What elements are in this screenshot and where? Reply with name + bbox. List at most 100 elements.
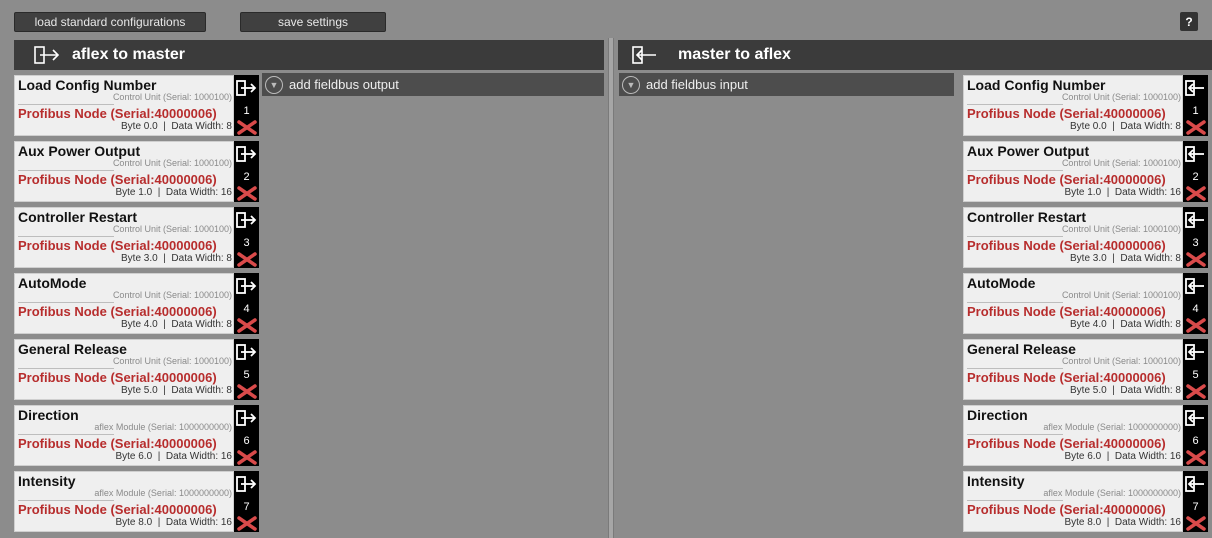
mapping-card[interactable]: Aux Power Output Control Unit (Serial: 10… — [963, 141, 1208, 203]
signal-name: Load Config Number — [18, 77, 157, 93]
card-divider — [967, 170, 1063, 171]
card-divider — [967, 434, 1063, 435]
profibus-node: Profibus Node (Serial:40000006) — [18, 304, 217, 319]
profibus-node: Profibus Node (Serial:40000006) — [18, 106, 217, 121]
add-fieldbus-input-label: add fieldbus input — [646, 77, 748, 92]
mapping-card-body: Aux Power Output Control Unit (Serial: 10… — [14, 141, 234, 202]
import-arrow-icon — [1185, 278, 1204, 294]
source-unit: aflex Module (Serial: 1000000000) — [94, 488, 232, 498]
delete-x-icon[interactable] — [237, 252, 257, 267]
mapping-card-body: Aux Power Output Control Unit (Serial: 10… — [963, 141, 1183, 202]
chevron-down-circle-icon: ▼ — [622, 75, 640, 94]
mapping-index: 3 — [1192, 237, 1199, 249]
source-unit: Control Unit (Serial: 1000100) — [112, 92, 232, 102]
signal-name: Controller Restart — [18, 209, 138, 225]
delete-x-icon[interactable] — [1186, 450, 1206, 465]
panel-splitter[interactable] — [608, 38, 614, 538]
export-arrow-icon — [236, 410, 257, 426]
signal-name: General Release — [967, 341, 1076, 357]
byte-data-width: Byte 5.0 | Data Width: 8 — [1070, 385, 1181, 396]
mapping-index: 1 — [243, 105, 250, 117]
delete-x-icon[interactable] — [237, 516, 257, 531]
delete-x-icon[interactable] — [237, 450, 257, 465]
import-arrow-icon — [632, 46, 656, 64]
card-divider — [18, 368, 114, 369]
import-arrow-icon — [1185, 344, 1204, 360]
panel-title: master to aflex — [678, 46, 791, 63]
delete-x-icon[interactable] — [1186, 516, 1206, 531]
delete-x-icon[interactable] — [237, 120, 257, 135]
mapping-card[interactable]: Aux Power Output Control Unit (Serial: 10… — [14, 141, 259, 203]
delete-x-icon[interactable] — [1186, 186, 1206, 201]
mapping-card[interactable]: Load Config Number Control Unit (Serial: … — [963, 75, 1208, 137]
mapping-card[interactable]: AutoMode Control Unit (Serial: 1000100) Pr… — [14, 273, 259, 335]
source-unit: Control Unit (Serial: 1000100) — [112, 224, 232, 234]
mapping-card[interactable]: Intensity aflex Module (Serial: 100000000… — [14, 471, 259, 533]
mapping-card-body: Load Config Number Control Unit (Serial: … — [963, 75, 1183, 136]
profibus-node: Profibus Node (Serial:40000006) — [967, 304, 1166, 319]
card-divider — [18, 170, 114, 171]
import-arrow-icon — [1185, 80, 1204, 96]
mapping-card-body: Intensity aflex Module (Serial: 100000000… — [14, 471, 234, 532]
mapping-card[interactable]: Direction aflex Module (Serial: 100000000… — [14, 405, 259, 467]
mapping-index: 5 — [1192, 369, 1199, 381]
byte-data-width: Byte 1.0 | Data Width: 16 — [1064, 187, 1181, 198]
delete-x-icon[interactable] — [237, 186, 257, 201]
delete-x-icon[interactable] — [1186, 384, 1206, 399]
mapping-card[interactable]: General Release Control Unit (Serial: 100… — [14, 339, 259, 401]
card-divider — [967, 104, 1063, 105]
byte-data-width: Byte 4.0 | Data Width: 8 — [121, 319, 232, 330]
profibus-node: Profibus Node (Serial:40000006) — [967, 502, 1166, 517]
byte-data-width: Byte 8.0 | Data Width: 16 — [1064, 517, 1181, 528]
source-unit: Control Unit (Serial: 1000100) — [1061, 92, 1181, 102]
mapping-index: 4 — [1192, 303, 1199, 315]
mapping-card[interactable]: AutoMode Control Unit (Serial: 1000100) Pr… — [963, 273, 1208, 335]
mapping-card[interactable]: Controller Restart Control Unit (Serial: … — [963, 207, 1208, 269]
mapping-card-body: Direction aflex Module (Serial: 100000000… — [14, 405, 234, 466]
profibus-node: Profibus Node (Serial:40000006) — [967, 436, 1166, 451]
source-unit: Control Unit (Serial: 1000100) — [1061, 224, 1181, 234]
mapping-index: 6 — [1192, 435, 1199, 447]
source-unit: aflex Module (Serial: 1000000000) — [1043, 422, 1181, 432]
signal-name: Load Config Number — [967, 77, 1106, 93]
profibus-node: Profibus Node (Serial:40000006) — [18, 172, 217, 187]
mapping-card[interactable]: General Release Control Unit (Serial: 100… — [963, 339, 1208, 401]
mapping-card-body: Controller Restart Control Unit (Serial: … — [14, 207, 234, 268]
mapping-card-body: AutoMode Control Unit (Serial: 1000100) Pr… — [14, 273, 234, 334]
profibus-node: Profibus Node (Serial:40000006) — [18, 238, 217, 253]
profibus-node: Profibus Node (Serial:40000006) — [18, 502, 217, 517]
mapping-card[interactable]: Controller Restart Control Unit (Serial: … — [14, 207, 259, 269]
signal-name: Aux Power Output — [18, 143, 141, 159]
delete-x-icon[interactable] — [1186, 318, 1206, 333]
mapping-index: 1 — [1192, 105, 1199, 117]
export-arrow-icon — [34, 46, 60, 64]
mapping-card-body: General Release Control Unit (Serial: 100… — [963, 339, 1183, 400]
delete-x-icon[interactable] — [237, 318, 257, 333]
signal-name: Direction — [18, 407, 79, 423]
mapping-card[interactable]: Load Config Number Control Unit (Serial: … — [14, 75, 259, 137]
mapping-index: 3 — [243, 237, 250, 249]
add-fieldbus-input-button[interactable]: ▼ add fieldbus input — [619, 73, 954, 96]
export-arrow-icon — [236, 344, 257, 360]
mapping-card[interactable]: Direction aflex Module (Serial: 100000000… — [963, 405, 1208, 467]
add-fieldbus-output-button[interactable]: ▼ add fieldbus output — [262, 73, 604, 96]
help-button[interactable]: ? — [1180, 12, 1198, 31]
signal-name: General Release — [18, 341, 127, 357]
import-arrow-icon — [1185, 476, 1204, 492]
delete-x-icon[interactable] — [1186, 120, 1206, 135]
delete-x-icon[interactable] — [1186, 252, 1206, 267]
mapping-card[interactable]: Intensity aflex Module (Serial: 100000000… — [963, 471, 1208, 533]
byte-data-width: Byte 8.0 | Data Width: 16 — [115, 517, 232, 528]
save-settings-button[interactable]: save settings — [240, 12, 386, 32]
load-standard-configurations-button[interactable]: load standard configurations — [14, 12, 206, 32]
export-arrow-icon — [236, 80, 257, 96]
card-divider — [18, 434, 114, 435]
delete-x-icon[interactable] — [237, 384, 257, 399]
byte-data-width: Byte 0.0 | Data Width: 8 — [1070, 121, 1181, 132]
byte-data-width: Byte 0.0 | Data Width: 8 — [121, 121, 232, 132]
import-arrow-icon — [1185, 146, 1204, 162]
byte-data-width: Byte 5.0 | Data Width: 8 — [121, 385, 232, 396]
source-unit: Control Unit (Serial: 1000100) — [1061, 158, 1181, 168]
source-unit: aflex Module (Serial: 1000000000) — [1043, 488, 1181, 498]
signal-name: AutoMode — [967, 275, 1036, 291]
